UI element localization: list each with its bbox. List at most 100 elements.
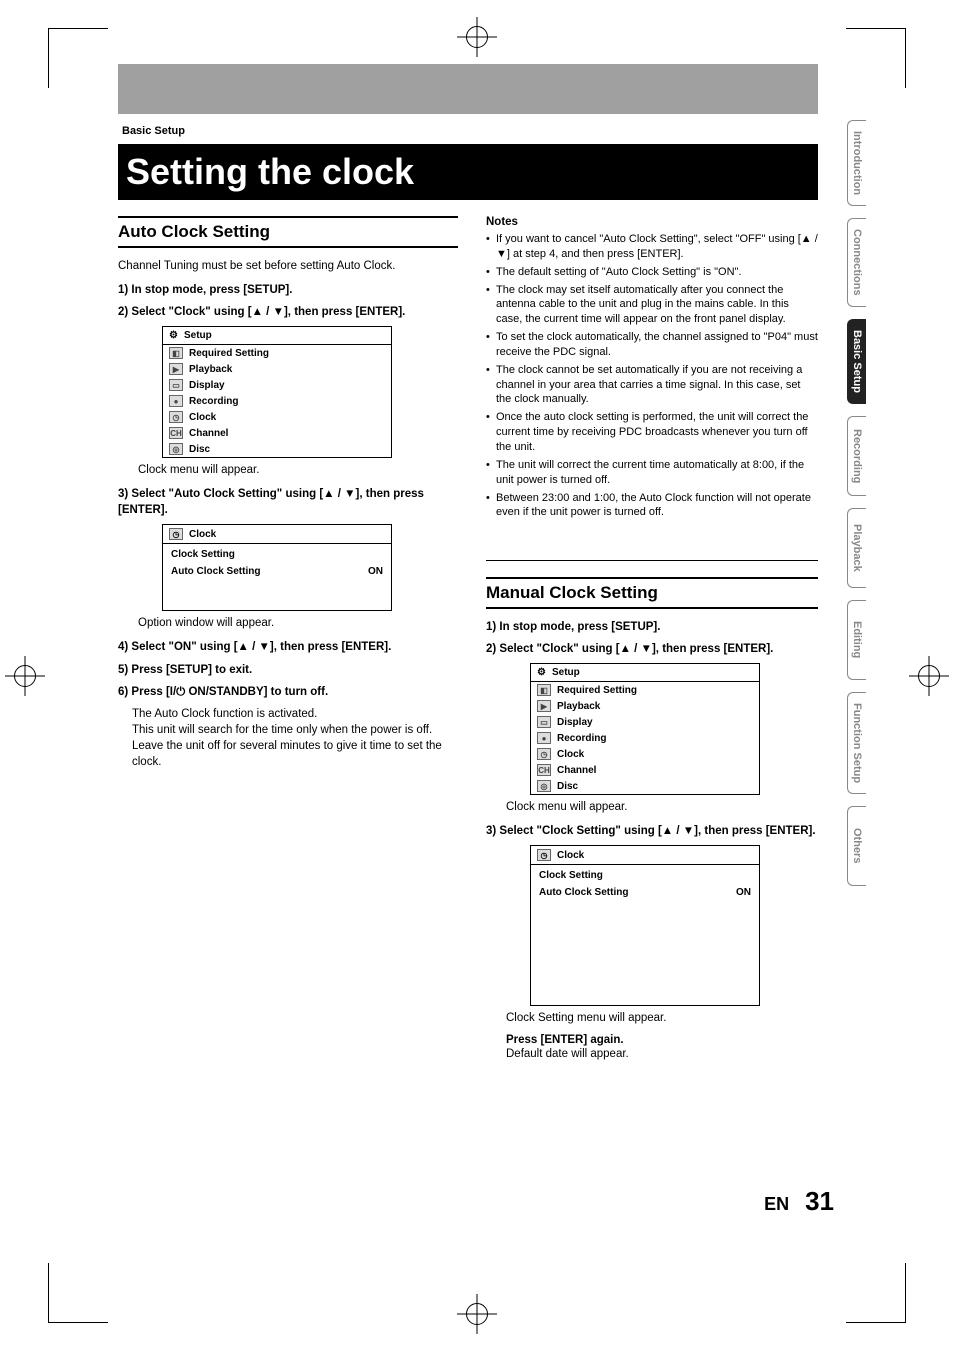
menu-item-icon: ▶ [537, 700, 551, 712]
side-tab-connections[interactable]: Connections [847, 218, 866, 307]
auto-clock-label: Auto Clock Setting [539, 887, 628, 898]
setup-item-clock: ◷ Clock [531, 746, 759, 762]
step-5: 5) Press [SETUP] to exit. [118, 662, 458, 678]
breadcrumb: Basic Setup [122, 125, 185, 137]
menu-item-icon: ◷ [169, 411, 183, 423]
side-tab-introduction[interactable]: Introduction [847, 120, 866, 206]
side-tab-recording[interactable]: Recording [847, 416, 866, 496]
menu-item-icon: ◧ [537, 684, 551, 696]
menu-item-icon: ▶ [169, 363, 183, 375]
clock-menu-box: ◷ Clock Clock Setting Auto Clock Setting… [162, 524, 392, 611]
press-enter-again: Press [ENTER] again. [506, 1034, 818, 1046]
note-item: The unit will correct the current time a… [486, 458, 818, 488]
menu-item-icon: ▭ [537, 716, 551, 728]
step-3: 3) Select "Auto Clock Setting" using [▲ … [118, 486, 458, 518]
side-tab-playback[interactable]: Playback [847, 508, 866, 588]
note-item: The default setting of "Auto Clock Setti… [486, 265, 818, 280]
setup-item-label: Required Setting [189, 348, 269, 359]
setup-title-label: Setup [184, 330, 212, 341]
setup-item-label: Channel [557, 765, 596, 776]
note-item: Between 23:00 and 1:00, the Auto Clock f… [486, 491, 818, 521]
registration-mark-icon [918, 665, 940, 687]
footer-page-number: 31 [805, 1186, 834, 1217]
setup-item-label: Display [189, 380, 225, 391]
crop-mark-icon [48, 28, 108, 88]
step-2-prefix: 2) Select "Clock" using [ [118, 306, 252, 318]
caption-2: Option window will appear. [138, 617, 458, 629]
manual-caption-1: Clock menu will appear. [506, 801, 818, 813]
setup-icon: ⚙ [537, 667, 546, 678]
clock-row-auto: Auto Clock Setting ON [163, 563, 391, 580]
auto-clock-value: ON [368, 566, 383, 577]
default-date-text: Default date will appear. [506, 1048, 818, 1060]
header-banner [118, 64, 818, 114]
menu-item-icon: ◷ [537, 748, 551, 760]
manual-step-3: 3) Select "Clock Setting" using [▲ / ▼],… [486, 823, 818, 839]
manual-step-2-prefix: 2) Select "Clock" using [ [486, 643, 620, 655]
setup-item-clock: ◷Clock [163, 409, 391, 425]
notes-title: Notes [486, 216, 818, 228]
manual-step-1: 1) In stop mode, press [SETUP]. [486, 619, 818, 635]
step-2-suffix: ], then press [ENTER]. [284, 306, 405, 318]
clock-row-auto-2: Auto Clock Setting ON [531, 884, 759, 901]
setup-item-label: Playback [189, 364, 232, 375]
crop-mark-icon [48, 1263, 108, 1323]
side-tab-nav: Introduction Connections Basic Setup Rec… [847, 120, 866, 886]
note-item: If you want to cancel "Auto Clock Settin… [486, 232, 818, 262]
clock-menu-title-2: ◷ Clock [531, 846, 759, 865]
setup-item-playback: ▶Playback [531, 698, 759, 714]
clock-icon: ◷ [169, 528, 183, 540]
menu-item-icon: ● [537, 732, 551, 744]
setup-item-label: Recording [557, 733, 606, 744]
setup-item-disc: ◎ Disc [531, 778, 759, 794]
setup-item-display: ▭ Display [531, 714, 759, 730]
clock-icon: ◷ [537, 849, 551, 861]
clock-title-label: Clock [557, 850, 584, 861]
registration-mark-icon [466, 26, 488, 48]
setup-menu-box: ⚙ Setup ◧ Required Setting ▶ Playback ▭ Dis… [162, 326, 392, 458]
setup-item-label: Disc [189, 444, 210, 455]
side-tab-basic-setup[interactable]: Basic Setup [847, 319, 866, 404]
updown-arrow-icon: ▲ / ▼ [662, 825, 694, 837]
setup-item-label: Display [557, 717, 593, 728]
setup-menu-box-2: ⚙ Setup ◧ Required Setting ▶Playback ▭ Dis… [530, 663, 760, 795]
setup-item-label: Clock [557, 749, 584, 760]
setup-icon: ⚙ [169, 330, 178, 341]
intro-text: Channel Tuning must be set before settin… [118, 258, 458, 274]
note-item: The clock cannot be set automatically if… [486, 363, 818, 408]
side-tab-others[interactable]: Others [847, 806, 866, 886]
manual-caption-2: Clock Setting menu will appear. [506, 1012, 818, 1024]
footer-language: EN [764, 1194, 789, 1215]
caption-1: Clock menu will appear. [138, 464, 458, 476]
setup-item-label: Required Setting [557, 685, 637, 696]
updown-arrow-icon: ▲ / ▼ [620, 643, 652, 655]
side-tab-function-setup[interactable]: Function Setup [847, 692, 866, 794]
updown-arrow-icon: ▲ / ▼ [323, 488, 355, 500]
clock-title-label: Clock [189, 529, 216, 540]
clock-setting-label: Clock Setting [539, 870, 603, 881]
note-item: The clock may set itself automatically a… [486, 283, 818, 328]
menu-item-icon: ▭ [169, 379, 183, 391]
setup-item-recording: ● Recording [531, 730, 759, 746]
step-4-suffix: ], then press [ENTER]. [270, 641, 391, 653]
manual-step-2: 2) Select "Clock" using [▲ / ▼], then pr… [486, 641, 818, 657]
setup-title-label: Setup [552, 667, 580, 678]
step-4-prefix: 4) Select "ON" using [ [118, 641, 238, 653]
setup-item-label: Disc [557, 781, 578, 792]
menu-item-icon: ◎ [537, 780, 551, 792]
setup-item-disc: ◎Disc [163, 441, 391, 457]
separator [486, 560, 818, 561]
step-6-body-1: The Auto Clock function is activated. [132, 706, 458, 722]
crop-mark-icon [846, 1263, 906, 1323]
side-tab-editing[interactable]: Editing [847, 600, 866, 680]
auto-clock-label: Auto Clock Setting [171, 566, 260, 577]
setup-item-display: ▭ Display [163, 377, 391, 393]
clock-row-setting: Clock Setting [163, 546, 391, 563]
step-6-body-2: This unit will search for the time only … [132, 722, 458, 770]
menu-item-icon: ◧ [169, 347, 183, 359]
crop-mark-icon [846, 28, 906, 88]
setup-item-label: Channel [189, 428, 228, 439]
setup-menu-title-2: ⚙ Setup [531, 664, 759, 682]
note-item: Once the auto clock setting is performed… [486, 410, 818, 455]
note-item: To set the clock automatically, the chan… [486, 330, 818, 360]
